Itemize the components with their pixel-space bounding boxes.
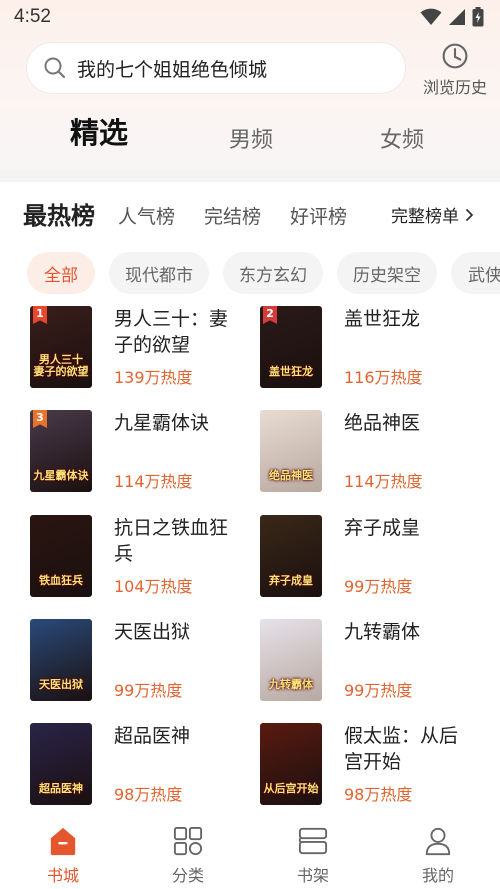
book-heat: 98万热度 bbox=[344, 785, 413, 804]
rank-tab-rated[interactable]: 好评榜 bbox=[290, 202, 347, 229]
tab-featured[interactable]: 精选 bbox=[70, 110, 128, 152]
book-cover-title: 盖世狂龙 bbox=[269, 364, 313, 378]
book-cover[interactable]: 九星霸体诀 3 bbox=[30, 410, 92, 492]
book-item[interactable]: 弃子成皇 弃子成皇 99万热度 bbox=[260, 515, 490, 597]
section-divider bbox=[0, 170, 500, 182]
book-item[interactable]: 九转霸体 九转霸体 99万热度 bbox=[260, 619, 490, 701]
book-item[interactable]: 盖世狂龙 2 盖世狂龙 116万热度 bbox=[260, 306, 490, 388]
search-query-text: 我的七个姐姐绝色倾城 bbox=[77, 58, 268, 81]
tab-male[interactable]: 男频 bbox=[229, 122, 273, 154]
status-icons bbox=[420, 7, 484, 27]
clock-icon bbox=[442, 43, 468, 69]
history-button[interactable]: 浏览历史 bbox=[418, 42, 492, 98]
book-title: 绝品神医 bbox=[344, 412, 421, 434]
nav-label-bookshelf: 书架 bbox=[296, 866, 329, 885]
rank-badge: 2 bbox=[263, 306, 277, 324]
book-cover[interactable]: 男人三十 妻子的欲望 1 bbox=[30, 306, 92, 388]
book-title: 盖世狂龙 bbox=[344, 308, 421, 330]
book-cover-title: 天医出狱 bbox=[39, 677, 83, 691]
channel-tabs: 精选 男频 女频 bbox=[0, 110, 500, 160]
status-time: 4:52 bbox=[14, 6, 51, 27]
chevron-right-icon bbox=[466, 208, 473, 221]
history-label: 浏览历史 bbox=[422, 78, 487, 97]
book-title: 九转霸体 bbox=[344, 621, 421, 643]
bottom-nav: 书城 分类 书架 我的 bbox=[0, 818, 500, 889]
book-item[interactable]: 铁血狂兵 抗日之铁血狂兵 104万热度 bbox=[30, 515, 260, 597]
nav-bookstore[interactable]: 书城 bbox=[23, 826, 103, 886]
book-heat: 114万热度 bbox=[344, 472, 423, 491]
book-cover-title: 九转霸体 bbox=[269, 677, 313, 691]
book-cover[interactable]: 从后宫开始 bbox=[260, 723, 322, 805]
book-heat: 104万热度 bbox=[114, 577, 193, 596]
book-title: 抗日之铁血狂兵 bbox=[114, 517, 229, 565]
book-cover-title: 九星霸体诀 bbox=[33, 468, 89, 482]
book-heat: 99万热度 bbox=[344, 577, 413, 596]
chip-history[interactable]: 历史架空 bbox=[337, 252, 437, 294]
book-cover[interactable]: 超品医神 bbox=[30, 723, 92, 805]
search-input[interactable]: 我的七个姐姐绝色倾城 bbox=[26, 42, 406, 94]
book-cover-title: 弃子成皇 bbox=[269, 573, 313, 587]
tab-female[interactable]: 女频 bbox=[380, 122, 424, 154]
nav-label-category: 分类 bbox=[171, 866, 204, 885]
chip-fantasy[interactable]: 东方玄幻 bbox=[223, 252, 323, 294]
book-item[interactable]: 天医出狱 天医出狱 99万热度 bbox=[30, 619, 260, 701]
category-chips: 全部 现代都市 东方玄幻 历史架空 武侠 bbox=[0, 252, 500, 294]
rank-tab-completed[interactable]: 完结榜 bbox=[204, 202, 261, 229]
profile-icon bbox=[425, 827, 451, 856]
book-title: 假太监：从后宫开始 bbox=[344, 725, 459, 773]
book-item[interactable]: 超品医神 超品医神 98万热度 bbox=[30, 723, 260, 805]
book-cover[interactable]: 天医出狱 bbox=[30, 619, 92, 701]
book-cover-title: 男人三十 妻子的欲望 bbox=[33, 352, 89, 378]
book-title: 天医出狱 bbox=[114, 621, 191, 643]
chip-wuxia[interactable]: 武侠 bbox=[451, 252, 500, 294]
full-list-label: 完整榜单 bbox=[391, 207, 459, 227]
full-list-link[interactable]: 完整榜单 bbox=[391, 202, 477, 227]
nav-category[interactable]: 分类 bbox=[148, 826, 228, 886]
wifi-icon bbox=[420, 8, 442, 25]
book-item[interactable]: 从后宫开始 假太监：从后宫开始 98万热度 bbox=[260, 723, 490, 805]
book-cover-title: 超品医神 bbox=[39, 781, 83, 795]
book-heat: 139万热度 bbox=[114, 368, 193, 387]
nav-bookshelf[interactable]: 书架 bbox=[273, 826, 353, 886]
signal-icon bbox=[449, 9, 465, 25]
book-item[interactable]: 九星霸体诀 3 九星霸体诀 114万热度 bbox=[30, 410, 260, 492]
nav-label-profile: 我的 bbox=[421, 866, 454, 885]
search-icon bbox=[44, 57, 66, 79]
book-cover[interactable]: 盖世狂龙 2 bbox=[260, 306, 322, 388]
book-title: 九星霸体诀 bbox=[114, 412, 210, 434]
nav-label-bookstore: 书城 bbox=[46, 866, 79, 885]
book-heat: 116万热度 bbox=[344, 368, 423, 387]
status-bar: 4:52 bbox=[0, 0, 500, 34]
rank-tab-popular[interactable]: 人气榜 bbox=[118, 202, 175, 229]
bookshelf-icon bbox=[298, 827, 328, 855]
category-icon bbox=[173, 826, 203, 856]
book-cover[interactable]: 弃子成皇 bbox=[260, 515, 322, 597]
book-cover[interactable]: 铁血狂兵 bbox=[30, 515, 92, 597]
book-title: 男人三十：妻子的欲望 bbox=[114, 308, 229, 356]
battery-icon bbox=[472, 7, 484, 27]
rank-tab-hottest[interactable]: 最热榜 bbox=[23, 196, 95, 231]
book-item[interactable]: 绝品神医 绝品神医 114万热度 bbox=[260, 410, 490, 492]
book-heat: 99万热度 bbox=[114, 681, 183, 700]
book-item[interactable]: 男人三十 妻子的欲望 1 男人三十：妻子的欲望 139万热度 bbox=[30, 306, 260, 388]
bookstore-icon bbox=[50, 827, 76, 856]
book-cover-title: 绝品神医 bbox=[269, 468, 313, 482]
book-title: 弃子成皇 bbox=[344, 517, 421, 539]
book-title: 超品医神 bbox=[114, 725, 191, 747]
book-heat: 99万热度 bbox=[344, 681, 413, 700]
rank-badge: 1 bbox=[33, 306, 47, 324]
rank-tabs: 最热榜 人气榜 完结榜 好评榜 完整榜单 bbox=[0, 196, 500, 232]
book-cover-title: 从后宫开始 bbox=[263, 781, 319, 795]
book-heat: 98万热度 bbox=[114, 785, 183, 804]
book-heat: 114万热度 bbox=[114, 472, 193, 491]
nav-profile[interactable]: 我的 bbox=[398, 826, 478, 886]
book-cover[interactable]: 绝品神医 bbox=[260, 410, 322, 492]
chip-all[interactable]: 全部 bbox=[27, 252, 95, 294]
chip-urban[interactable]: 现代都市 bbox=[109, 252, 209, 294]
book-cover[interactable]: 九转霸体 bbox=[260, 619, 322, 701]
book-cover-title: 铁血狂兵 bbox=[39, 573, 83, 587]
rank-badge: 3 bbox=[33, 410, 47, 428]
